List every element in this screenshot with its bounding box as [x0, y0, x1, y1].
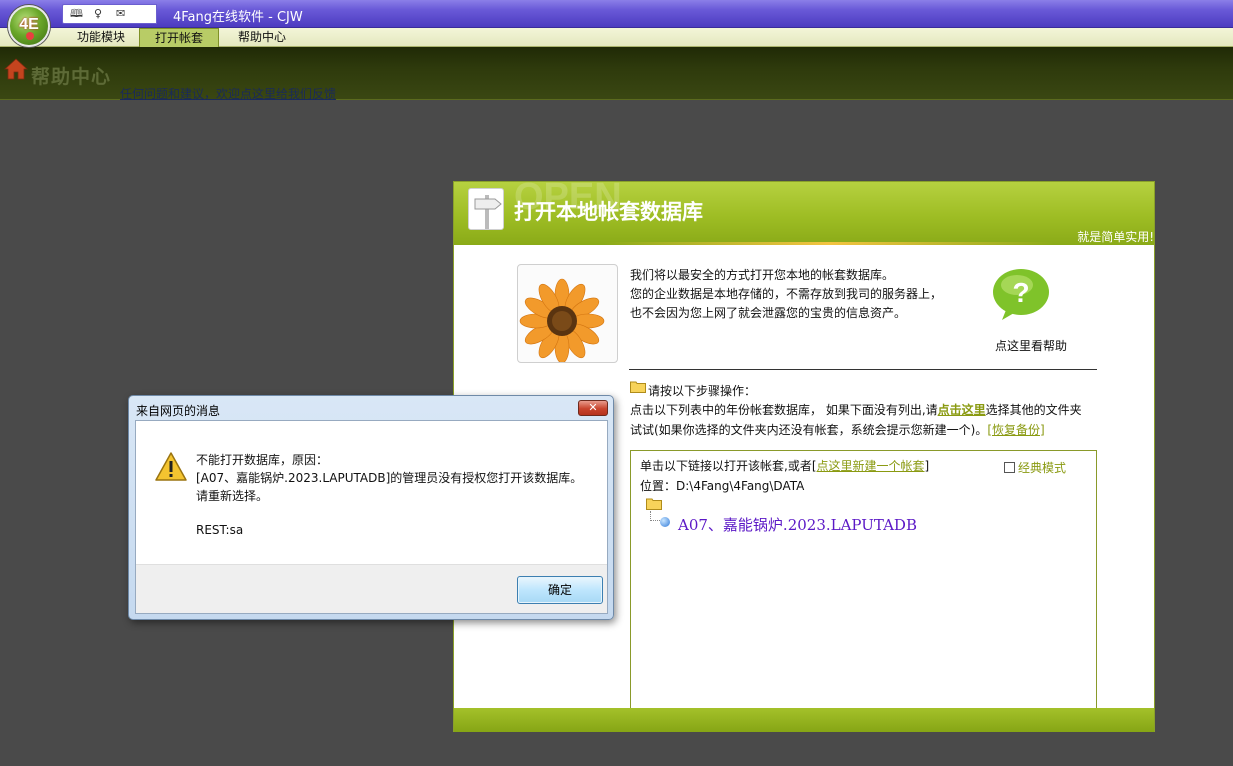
- account-list-box: 单击以下链接以打开该帐套,或者[点这里新建一个帐套] 经典模式 位置：D:\4F…: [630, 450, 1097, 709]
- list-text: 单击以下链接以打开该帐套,或者[: [640, 459, 817, 473]
- app-logo[interactable]: 4E: [8, 5, 50, 47]
- ok-button[interactable]: 确定: [517, 576, 603, 604]
- intro-line: 也不会因为您上网了就会泄露您的宝贵的信息资产。: [630, 306, 907, 320]
- steps-text: 点击以下列表中的年份帐套数据库， 如果下面没有列出,请: [630, 403, 938, 417]
- panel-tagline: 就是简单实用!: [1077, 230, 1154, 244]
- dialog-message: 不能打开数据库，原因： [A07、嘉能锅炉.2023.LAPUTADB]的管理员…: [196, 451, 582, 539]
- steps-instructions-line1: 点击以下列表中的年份帐套数据库， 如果下面没有列出,请点击这里选择其他的文件夹: [630, 401, 1082, 418]
- feedback-link[interactable]: 任何问题和建议，欢迎点这里给我们反馈: [120, 85, 336, 102]
- dialog-title: 来自网页的消息: [136, 404, 221, 418]
- choose-folder-link[interactable]: 点击这里: [938, 403, 986, 417]
- folder-icon: [630, 381, 646, 393]
- new-account-link[interactable]: 点这里新建一个帐套: [817, 459, 925, 473]
- folder-icon: [646, 498, 662, 510]
- intro-line: 您的企业数据是本地存储的，不需存放到我司的服务器上，: [630, 287, 943, 301]
- panel-title: 打开本地帐套数据库: [514, 200, 703, 224]
- database-entry-link[interactable]: A07、嘉能锅炉.2023.LAPUTADB: [678, 514, 917, 535]
- list-text: ]: [924, 459, 930, 473]
- chat-icon[interactable]: ✉: [116, 8, 130, 20]
- panel-footer: [454, 708, 1154, 732]
- divider: [629, 369, 1097, 370]
- close-button[interactable]: ✕: [578, 400, 608, 416]
- location-path: 位置：D:\4Fang\4Fang\DATA: [640, 479, 805, 493]
- message-rest: REST:sa: [196, 523, 244, 537]
- menu-bar: 功能模块 打开帐套 帮助中心: [0, 28, 1233, 47]
- page-title: 帮助中心: [31, 66, 112, 88]
- panel-header: OPEN 打开本地帐套数据库 就是简单实用!: [454, 176, 1154, 245]
- classic-mode-label: 经典模式: [1018, 461, 1067, 475]
- help-link[interactable]: 点这里看帮助: [995, 337, 1067, 354]
- message-line: 不能打开数据库，原因：: [196, 453, 329, 467]
- steps-text: 试试(如果你选择的文件夹内还没有帐套，系统会提示您新建一个)。: [630, 423, 988, 437]
- classic-mode-checkbox[interactable]: [1004, 462, 1015, 473]
- header-accent-line: [604, 242, 1054, 245]
- message-dialog: 来自网页的消息 ✕ 不能打开数据库，原因： [A07、嘉能锅炉.2023.LAP…: [128, 395, 614, 620]
- sunflower-image: [517, 264, 618, 364]
- warning-icon: [155, 452, 187, 481]
- menu-item-function-modules[interactable]: 功能模块: [68, 28, 134, 47]
- menu-item-help-center[interactable]: 帮助中心: [226, 28, 298, 47]
- message-line: 请重新选择。: [196, 489, 269, 503]
- signpost-icon: [468, 188, 504, 230]
- help-question-icon[interactable]: ?: [992, 268, 1050, 320]
- intro-text: 我们将以最安全的方式打开您本地的帐套数据库。 您的企业数据是本地存储的，不需存放…: [630, 266, 942, 323]
- window-title: 4Fang在线软件 - CJW: [173, 10, 303, 25]
- restore-backup-link[interactable]: [恢复备份]: [987, 423, 1044, 437]
- page-header: 帮助中心 任何问题和建议，欢迎点这里给我们反馈: [0, 47, 1233, 102]
- intro-line: 我们将以最安全的方式打开您本地的帐套数据库。: [630, 268, 895, 282]
- tree-connector: [650, 511, 660, 521]
- key-icon[interactable]: ♀: [94, 8, 108, 20]
- book-icon[interactable]: 🕮: [70, 8, 84, 20]
- steps-text: 选择其他的文件夹: [985, 403, 1082, 417]
- database-icon: [660, 517, 670, 527]
- steps-title: 请按以下步骤操作：: [648, 384, 757, 398]
- message-line: [A07、嘉能锅炉.2023.LAPUTADB]的管理员没有授权您打开该数据库。: [196, 471, 583, 485]
- logo-dot: [26, 32, 34, 40]
- list-instruction: 单击以下链接以打开该帐套,或者[点这里新建一个帐套]: [640, 457, 929, 474]
- quick-toolbar: 🕮 ♀ ✉: [62, 4, 157, 24]
- home-icon: [4, 58, 28, 80]
- menu-item-open-account[interactable]: 打开帐套: [139, 28, 219, 47]
- classic-mode-option[interactable]: 经典模式: [1004, 459, 1066, 476]
- steps-instructions-line2: 试试(如果你选择的文件夹内还没有帐套，系统会提示您新建一个)。[恢复备份]: [630, 421, 1045, 438]
- title-bar: 🕮 ♀ ✉ 4Fang在线软件 - CJW: [0, 0, 1233, 28]
- svg-text:?: ?: [1012, 277, 1029, 308]
